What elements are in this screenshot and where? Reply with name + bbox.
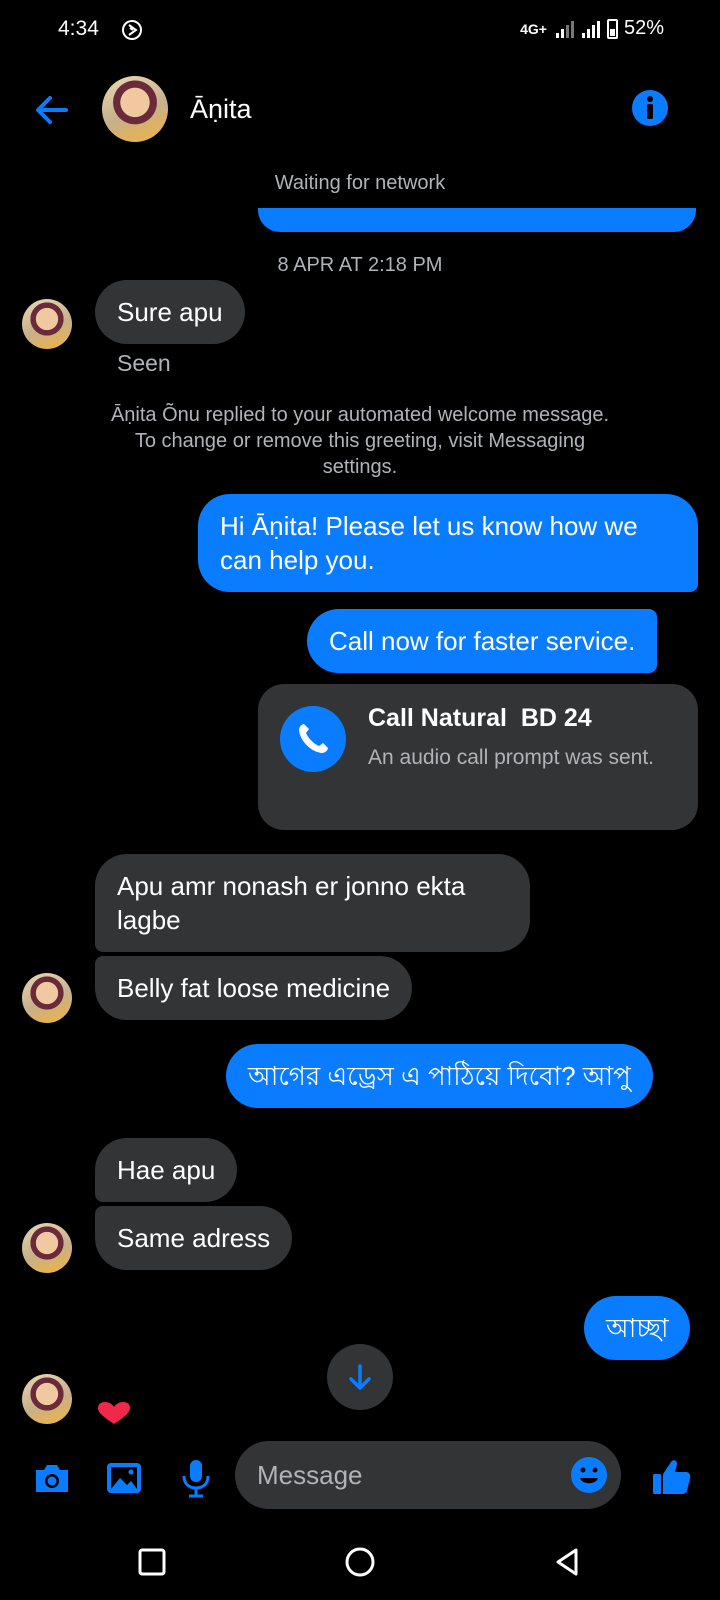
- back-nav-icon[interactable]: [548, 1542, 588, 1582]
- incoming-message[interactable]: Same adress: [95, 1206, 293, 1270]
- call-card-description: An audio call prompt was sent.: [368, 746, 654, 769]
- call-prompt-card[interactable]: Call Natural BD 24 An audio call prompt …: [258, 684, 698, 830]
- phone-icon: [280, 706, 346, 772]
- incoming-message[interactable]: Sure apu: [95, 280, 245, 344]
- sender-avatar[interactable]: [22, 299, 72, 349]
- system-nav-bar: [0, 1532, 720, 1600]
- sender-avatar[interactable]: [22, 1374, 72, 1424]
- message-composer: [0, 1426, 720, 1532]
- vpn-icon: [122, 20, 142, 40]
- sender-avatar[interactable]: [22, 973, 72, 1023]
- heart-icon: [98, 1402, 130, 1424]
- battery-icon: [606, 18, 618, 39]
- conversation-header: Āṇita: [0, 62, 720, 162]
- arrow-down-icon: [349, 1364, 371, 1390]
- gallery-icon[interactable]: [102, 1456, 146, 1500]
- call-card-title: Call Natural BD 24: [368, 704, 592, 732]
- back-arrow-icon[interactable]: [30, 88, 74, 132]
- signal-icon-sim1: [555, 20, 574, 38]
- status-bar: 4:34 4G+ 52%: [0, 0, 720, 62]
- contact-avatar[interactable]: [102, 76, 168, 142]
- thumbs-up-icon[interactable]: [650, 1456, 694, 1500]
- incoming-message[interactable]: Hae apu: [95, 1138, 238, 1202]
- recents-icon[interactable]: [132, 1542, 172, 1582]
- microphone-icon[interactable]: [174, 1456, 218, 1500]
- system-note: Āṇita Õnu replied to your automated welc…: [110, 404, 610, 478]
- signal-icon-sim2: [581, 20, 600, 38]
- outgoing-message[interactable]: আচ্ছা: [584, 1296, 691, 1360]
- outgoing-message[interactable]: Call now for faster service.: [307, 609, 658, 673]
- message-input-container: [235, 1441, 621, 1509]
- camera-icon[interactable]: [30, 1456, 74, 1500]
- info-icon[interactable]: [630, 88, 670, 128]
- sender-avatar[interactable]: [22, 1223, 72, 1273]
- network-status: Waiting for network: [274, 172, 446, 194]
- scroll-to-bottom-button[interactable]: [327, 1344, 393, 1410]
- incoming-message[interactable]: Apu amr nonash er jonno ekta lagbe: [95, 854, 530, 952]
- outgoing-message[interactable]: আগের এড্রেস এ পাঠিয়ে দিবো? আপু: [226, 1044, 653, 1108]
- battery-percent: 52%: [623, 17, 664, 39]
- message-timestamp: 8 APR AT 2:18 PM: [277, 254, 443, 276]
- outgoing-message[interactable]: Hi Āṇita! Please let us know how we can …: [198, 494, 698, 592]
- outgoing-message-partial[interactable]: [258, 208, 696, 232]
- message-list[interactable]: Waiting for network 8 APR AT 2:18 PM Sur…: [0, 162, 720, 1426]
- status-time: 4:34: [58, 17, 99, 40]
- contact-name[interactable]: Āṇita: [190, 94, 252, 125]
- incoming-message[interactable]: Belly fat loose medicine: [95, 956, 413, 1020]
- home-icon[interactable]: [340, 1542, 380, 1582]
- status-indicators: 4G+ 52%: [520, 17, 664, 40]
- network-type: 4G+: [520, 20, 547, 37]
- emoji-icon[interactable]: [569, 1455, 609, 1495]
- seen-status: Seen: [117, 350, 171, 376]
- message-input[interactable]: [257, 1441, 537, 1509]
